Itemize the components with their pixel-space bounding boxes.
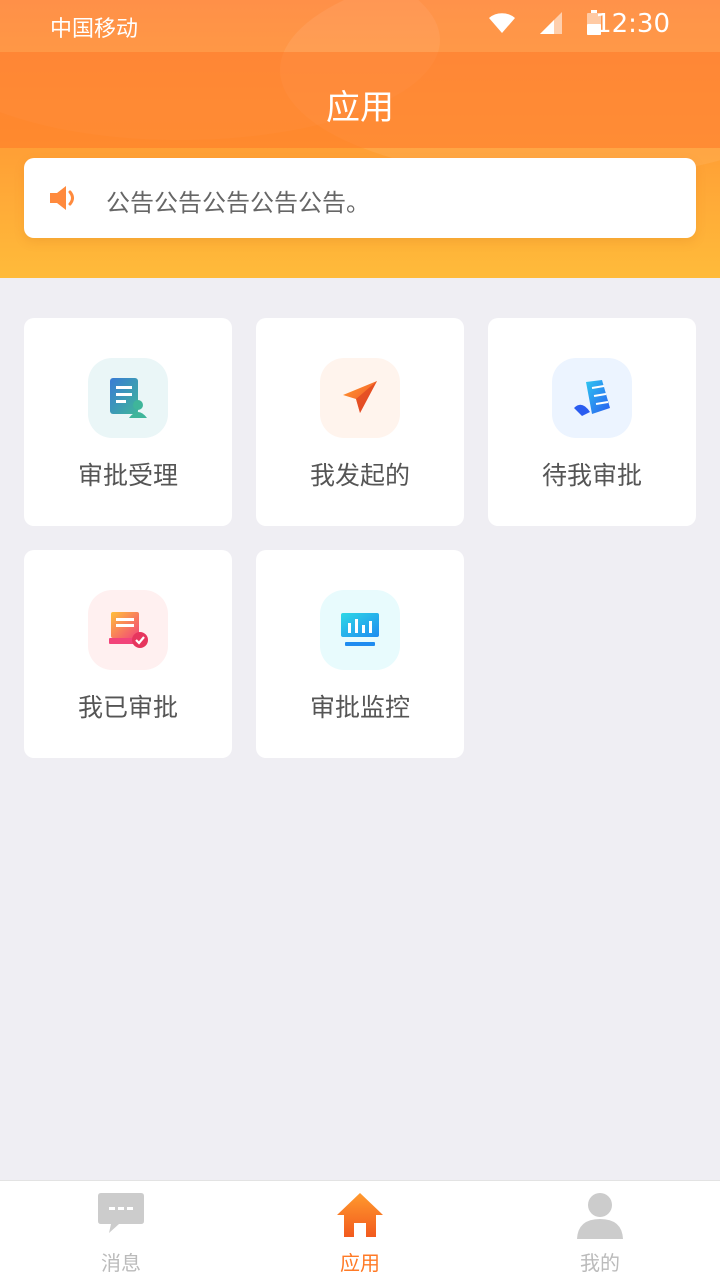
user-icon [577, 1193, 623, 1239]
page-title: 应用 [326, 88, 394, 128]
app-icon-bg [552, 358, 632, 438]
app-card-label: 审批受理 [77, 461, 178, 490]
tab-profile[interactable]: 我的 [575, 1191, 625, 1275]
notice-text: 公告公告公告公告公告。 [106, 189, 370, 217]
tab-apps[interactable]: 应用 [335, 1191, 385, 1275]
book-stack-icon [574, 380, 610, 416]
clock: 12:30 [595, 9, 670, 39]
tab-label: 应用 [340, 1251, 380, 1275]
speaker-icon [50, 186, 74, 210]
stamp-check-icon [109, 612, 148, 648]
home-icon [337, 1193, 383, 1237]
signal-icon [540, 12, 562, 34]
notice-bar[interactable]: 公告公告公告公告公告。 [24, 158, 696, 238]
app-card-label: 待我审批 [541, 461, 642, 490]
tab-label: 消息 [101, 1251, 141, 1275]
app-card-approval-monitor[interactable]: 审批监控 [256, 550, 464, 758]
document-user-icon [110, 378, 147, 418]
bottom-tab-bar: 消息 应用 我的 [0, 1180, 720, 1280]
message-icon [98, 1193, 144, 1233]
wifi-icon [489, 13, 515, 33]
carrier-name: 中国移动 [50, 17, 139, 42]
app-icon-bg [88, 590, 168, 670]
status-bar: 中国移动 12:30 [0, 0, 720, 52]
app-card-label: 我发起的 [309, 461, 410, 490]
tab-label: 我的 [580, 1251, 620, 1275]
app-screen: 中国移动 12:30 应用 公告公告公告公告公告。 审批受理 我发起的 待我审批… [0, 0, 720, 1280]
status-icons [488, 10, 602, 36]
app-card-my-initiated[interactable]: 我发起的 [256, 318, 464, 526]
title-bar: 应用 [0, 52, 720, 148]
app-card-approved[interactable]: 我已审批 [24, 550, 232, 758]
app-card-pending-approval[interactable]: 待我审批 [488, 318, 696, 526]
app-icon-bg [320, 590, 400, 670]
paper-plane-icon [343, 381, 377, 413]
monitor-chart-icon [341, 613, 379, 646]
header: 中国移动 12:30 应用 公告公告公告公告公告。 [0, 0, 720, 278]
app-card-approval-handling[interactable]: 审批受理 [24, 318, 232, 526]
app-icon-bg [88, 358, 168, 438]
app-icon-bg [320, 358, 400, 438]
app-card-label: 我已审批 [77, 693, 178, 722]
app-card-label: 审批监控 [309, 693, 410, 722]
tab-messages[interactable]: 消息 [96, 1191, 146, 1275]
